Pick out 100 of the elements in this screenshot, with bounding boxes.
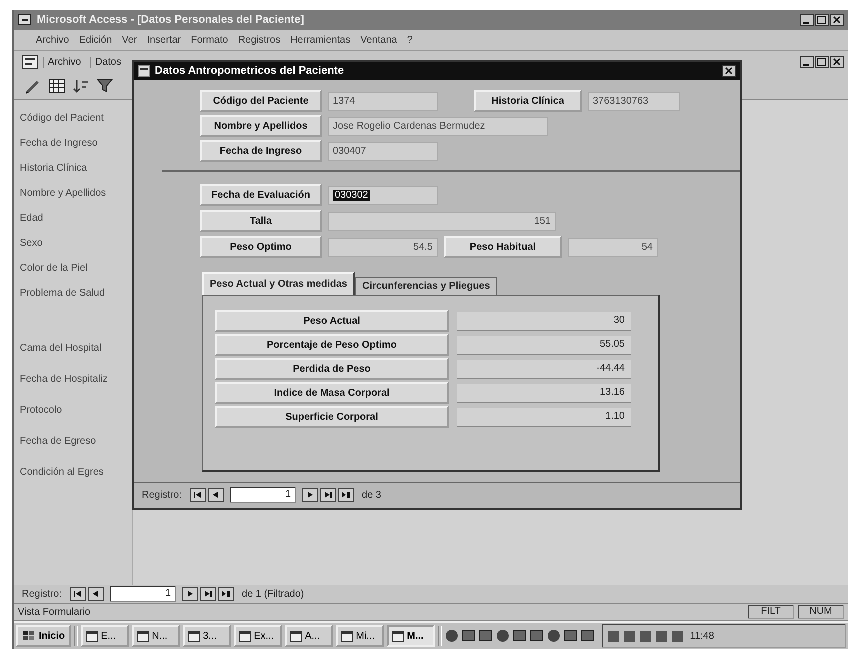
- measure-button[interactable]: Superficie Corporal: [215, 406, 449, 428]
- field-button[interactable]: Nombre y Apellidos: [200, 115, 322, 137]
- status-message: Vista Formulario: [18, 606, 92, 618]
- minimize-icon[interactable]: [800, 14, 814, 26]
- field-label: Color de la Piel: [19, 262, 89, 276]
- measure-button[interactable]: Perdida de Peso: [215, 358, 449, 380]
- tab[interactable]: Peso Actual y Otras medidas: [202, 272, 356, 295]
- field-button[interactable]: Talla: [200, 210, 322, 232]
- menu-item[interactable]: Insertar: [147, 34, 182, 46]
- new-record-icon[interactable]: [218, 587, 234, 601]
- taskbar-button[interactable]: 3...: [183, 625, 232, 647]
- square-icon[interactable]: [462, 629, 476, 643]
- square-icon[interactable]: [639, 630, 652, 642]
- filter-icon[interactable]: [96, 78, 114, 94]
- menu-item[interactable]: ?: [407, 34, 413, 46]
- field-value: 54: [568, 238, 658, 256]
- field-value: 151: [328, 212, 556, 230]
- square-icon[interactable]: [530, 629, 544, 643]
- close-icon[interactable]: [830, 56, 844, 68]
- window-icon: [239, 630, 252, 642]
- maximize-icon[interactable]: [815, 14, 829, 26]
- taskbar-button[interactable]: A...: [285, 625, 334, 647]
- menu-item[interactable]: Registros: [238, 34, 281, 46]
- menu-item[interactable]: Formato: [191, 34, 228, 46]
- window-icon: [188, 630, 200, 642]
- square-icon[interactable]: [479, 629, 494, 643]
- square-icon[interactable]: [564, 629, 578, 643]
- tab[interactable]: Circunferencias y Pliegues: [355, 277, 498, 295]
- flag-icon: [22, 630, 36, 642]
- dialog-title: Datos Antropometricos del Paciente: [155, 65, 346, 77]
- measure-button[interactable]: Peso Actual: [215, 310, 449, 332]
- field-button[interactable]: Peso Habitual: [444, 236, 562, 258]
- child-window-button[interactable]: Datos: [90, 56, 126, 68]
- field-label: Problema de Salud: [19, 287, 106, 301]
- field-label: Condición al Egres: [19, 466, 105, 480]
- taskbar-button[interactable]: N...: [132, 625, 180, 647]
- menu-item[interactable]: Archivo: [36, 34, 70, 46]
- field-value: 030302: [328, 186, 438, 204]
- field-value: Jose Rogelio Cardenas Bermudez: [328, 116, 548, 136]
- menu-item[interactable]: Ver: [122, 34, 138, 46]
- square-icon[interactable]: [655, 630, 668, 642]
- measure-value: -44.44: [457, 360, 631, 378]
- window-icon: [290, 630, 302, 642]
- record-number-field[interactable]: 1: [110, 586, 176, 602]
- field-label: Protocolo: [19, 404, 64, 418]
- pencil-icon[interactable]: [24, 78, 42, 94]
- minimize-icon[interactable]: [800, 56, 814, 68]
- menu-item[interactable]: Ventana: [360, 34, 398, 46]
- measure-value: 55.05: [457, 336, 631, 354]
- field-button[interactable]: Código del Paciente: [200, 90, 322, 112]
- previous-record-icon[interactable]: [208, 488, 224, 502]
- field-label: Código del Pacient: [19, 112, 105, 126]
- menu-item[interactable]: Herramientas: [290, 34, 351, 46]
- window-icon: [86, 630, 98, 642]
- square-icon[interactable]: [581, 629, 596, 643]
- next-record-icon[interactable]: [302, 488, 318, 502]
- square-icon[interactable]: [607, 630, 620, 642]
- last-record-icon[interactable]: [320, 488, 336, 502]
- child-window-button[interactable]: Archivo: [43, 56, 86, 68]
- next-record-icon[interactable]: [182, 587, 198, 601]
- window-icon: [341, 630, 354, 642]
- measure-value: 13.16: [457, 384, 631, 402]
- circle-icon[interactable]: [496, 629, 510, 643]
- measure-button[interactable]: Porcentaje de Peso Optimo: [215, 334, 449, 356]
- clock: 11:48: [690, 630, 714, 642]
- field-button[interactable]: Fecha de Evaluación: [200, 184, 322, 206]
- first-record-icon[interactable]: [190, 488, 206, 502]
- sort-icon[interactable]: [72, 78, 90, 94]
- field-label: Edad: [19, 212, 44, 226]
- taskbar-button[interactable]: E...: [81, 625, 130, 647]
- field-button[interactable]: Fecha de Ingreso: [200, 140, 322, 162]
- circle-icon[interactable]: [445, 629, 460, 643]
- field-value: 1374: [328, 92, 438, 110]
- start-button[interactable]: Inicio: [16, 625, 72, 647]
- field-label: Historia Clínica: [19, 162, 88, 176]
- previous-record-icon[interactable]: [88, 587, 104, 601]
- circle-icon[interactable]: [547, 629, 562, 643]
- square-icon[interactable]: [671, 630, 684, 642]
- grid-icon[interactable]: [48, 78, 66, 94]
- field-button[interactable]: Peso Optimo: [200, 236, 322, 258]
- menu-item[interactable]: Edición: [79, 34, 112, 46]
- new-record-icon[interactable]: [338, 488, 354, 502]
- square-icon[interactable]: [513, 629, 528, 643]
- close-icon[interactable]: [722, 65, 736, 77]
- first-record-icon[interactable]: [70, 587, 86, 601]
- status-indicator: FILT: [748, 605, 794, 619]
- record-count: de 3: [362, 490, 382, 500]
- window-icon: [137, 630, 150, 642]
- taskbar-button[interactable]: Mi...: [336, 625, 384, 647]
- last-record-icon[interactable]: [200, 587, 216, 601]
- measure-button[interactable]: Indice de Masa Corporal: [215, 382, 449, 404]
- close-icon[interactable]: [830, 14, 844, 26]
- taskbar-button[interactable]: M...: [387, 625, 436, 647]
- taskbar-button[interactable]: Ex...: [234, 625, 282, 647]
- square-icon[interactable]: [623, 630, 636, 642]
- maximize-icon[interactable]: [815, 56, 829, 68]
- field-button[interactable]: Historia Clínica: [474, 90, 582, 112]
- record-count: de 1 (Filtrado): [242, 588, 304, 600]
- record-number-field[interactable]: 1: [230, 487, 296, 503]
- form-icon[interactable]: [22, 55, 38, 69]
